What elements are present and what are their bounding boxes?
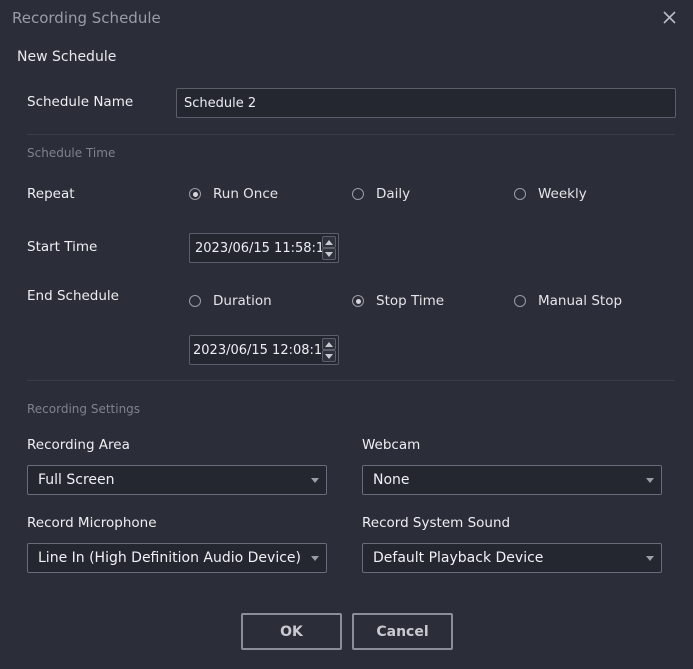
start-time-value: 2023/06/15 11:58:16 xyxy=(195,240,333,256)
record-microphone-label: Record Microphone xyxy=(27,515,157,531)
recording-area-label: Recording Area xyxy=(27,437,130,453)
radio-label: Manual Stop xyxy=(538,293,623,309)
webcam-label: Webcam xyxy=(362,437,421,453)
recording-area-value: Full Screen xyxy=(38,472,115,488)
schedule-name-value: Schedule 2 xyxy=(184,95,257,111)
repeat-run-once-radio[interactable]: Run Once xyxy=(189,186,278,202)
microphone-value: Line In (High Definition Audio Device) xyxy=(38,550,301,566)
radio-unchecked-icon xyxy=(514,295,526,307)
chevron-down-icon xyxy=(311,556,319,561)
radio-label: Run Once xyxy=(213,186,279,202)
radio-unchecked-icon xyxy=(189,295,201,307)
spin-down-button[interactable] xyxy=(322,350,336,362)
radio-label: Duration xyxy=(213,293,272,309)
repeat-weekly-radio[interactable]: Weekly xyxy=(514,186,587,202)
radio-label: Daily xyxy=(376,186,411,202)
webcam-select[interactable]: None xyxy=(362,465,662,495)
recording-settings-heading: Recording Settings xyxy=(27,402,141,416)
ok-button[interactable]: OK xyxy=(241,613,342,650)
record-system-sound-label: Record System Sound xyxy=(362,515,511,531)
radio-unchecked-icon xyxy=(352,188,364,200)
stop-time-input[interactable]: 2023/06/15 12:08:16 xyxy=(189,335,339,365)
end-duration-radio[interactable]: Duration xyxy=(189,293,272,309)
close-icon[interactable] xyxy=(661,9,679,27)
radio-checked-icon xyxy=(189,188,201,200)
microphone-select[interactable]: Line In (High Definition Audio Device) xyxy=(27,543,327,573)
stop-time-value: 2023/06/15 12:08:16 xyxy=(193,342,331,358)
new-schedule-heading: New Schedule xyxy=(17,49,117,65)
end-manual-stop-radio[interactable]: Manual Stop xyxy=(514,293,622,309)
schedule-time-heading: Schedule Time xyxy=(27,146,116,160)
start-time-label: Start Time xyxy=(27,239,98,255)
radio-label: Stop Time xyxy=(376,293,445,309)
schedule-name-input[interactable]: Schedule 2 xyxy=(176,88,676,118)
spin-down-button[interactable] xyxy=(322,248,336,260)
divider xyxy=(27,134,675,135)
repeat-daily-radio[interactable]: Daily xyxy=(352,186,410,202)
end-stop-time-radio[interactable]: Stop Time xyxy=(352,293,444,309)
recording-area-select[interactable]: Full Screen xyxy=(27,465,327,495)
schedule-name-label: Schedule Name xyxy=(27,94,134,110)
dialog-title: Recording Schedule xyxy=(12,9,161,27)
system-sound-select[interactable]: Default Playback Device xyxy=(362,543,662,573)
repeat-label: Repeat xyxy=(27,186,75,202)
divider xyxy=(27,380,675,381)
spin-up-button[interactable] xyxy=(322,236,336,248)
chevron-down-icon xyxy=(311,478,319,483)
system-sound-value: Default Playback Device xyxy=(373,550,544,566)
end-schedule-label: End Schedule xyxy=(27,288,119,304)
radio-unchecked-icon xyxy=(514,188,526,200)
spin-up-button[interactable] xyxy=(322,338,336,350)
cancel-button[interactable]: Cancel xyxy=(352,613,453,650)
radio-label: Weekly xyxy=(538,186,587,202)
chevron-down-icon xyxy=(646,556,654,561)
chevron-down-icon xyxy=(646,478,654,483)
start-time-input[interactable]: 2023/06/15 11:58:16 xyxy=(189,233,339,263)
radio-checked-icon xyxy=(352,295,364,307)
webcam-value: None xyxy=(373,472,410,488)
